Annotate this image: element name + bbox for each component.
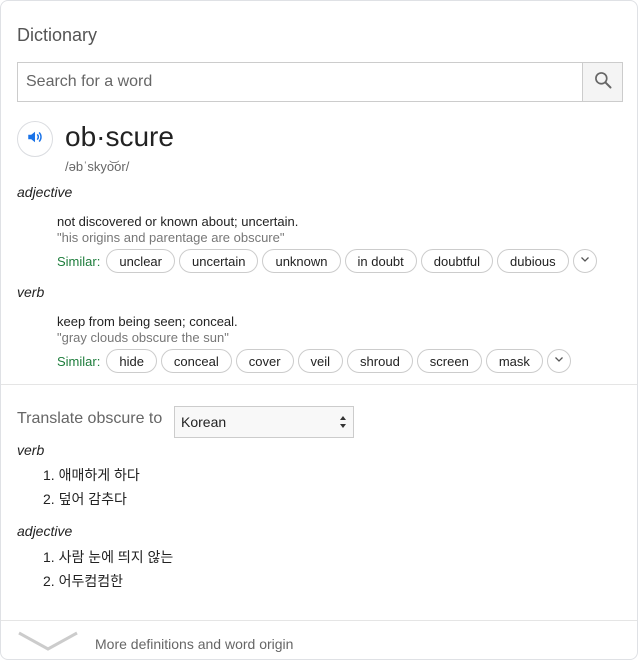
translation-list: 1. 사람 눈에 띄지 않는 2. 어두컴컴한 bbox=[43, 545, 173, 593]
pronunciation-button[interactable] bbox=[17, 121, 53, 157]
definition: not discovered or known about; uncertain… bbox=[57, 214, 299, 229]
chevron-down-icon bbox=[17, 629, 79, 658]
chevron-down-icon bbox=[553, 352, 565, 370]
similar-chip[interactable]: mask bbox=[485, 349, 543, 373]
similar-row: Similar: hide conceal cover veil shroud … bbox=[57, 349, 571, 373]
headword: ob·scure bbox=[65, 121, 174, 152]
translation-item: 2. 어두컴컴한 bbox=[43, 573, 123, 589]
similar-chip[interactable]: conceal bbox=[160, 349, 232, 373]
expand-similar-button[interactable] bbox=[572, 249, 597, 273]
translation-pos: adjective bbox=[17, 523, 73, 539]
part-of-speech: adjective bbox=[17, 184, 73, 200]
language-select[interactable]: Korean bbox=[174, 406, 354, 438]
similar-label: Similar: bbox=[57, 253, 101, 269]
example: "his origins and parentage are obscure" bbox=[57, 230, 285, 245]
search-input[interactable] bbox=[18, 63, 583, 101]
selected-language: Korean bbox=[181, 414, 227, 430]
translation-item: 1. 사람 눈에 띄지 않는 bbox=[43, 549, 174, 565]
similar-chip[interactable]: screen bbox=[416, 349, 482, 373]
example: "gray clouds obscure the sun" bbox=[57, 330, 229, 345]
similar-chip[interactable]: unclear bbox=[106, 249, 175, 273]
more-definitions-button[interactable]: More definitions and word origin bbox=[17, 629, 293, 658]
card-title: Dictionary bbox=[17, 25, 98, 45]
definition: keep from being seen; conceal. bbox=[57, 314, 238, 329]
translation-item: 2. 덮어 감추다 bbox=[43, 491, 127, 507]
translation-pos: verb bbox=[17, 442, 45, 458]
similar-row: Similar: unclear uncertain unknown in do… bbox=[57, 249, 597, 273]
speaker-icon bbox=[26, 128, 44, 151]
similar-label: Similar: bbox=[57, 353, 101, 369]
similar-chip[interactable]: in doubt bbox=[344, 249, 417, 273]
select-arrows-icon bbox=[339, 415, 347, 432]
similar-chip[interactable]: uncertain bbox=[178, 249, 259, 273]
similar-chip[interactable]: hide bbox=[106, 349, 157, 373]
footer-divider bbox=[1, 620, 637, 621]
search-icon bbox=[593, 70, 613, 95]
similar-chip[interactable]: unknown bbox=[262, 249, 341, 273]
search-box bbox=[17, 62, 623, 102]
similar-chip[interactable]: dubious bbox=[497, 249, 569, 273]
translation-item: 1. 애매하게 하다 bbox=[43, 467, 140, 483]
phonetic: /əbˈskyo͝or/ bbox=[65, 159, 130, 174]
similar-chip[interactable]: veil bbox=[297, 349, 344, 373]
similar-chip[interactable]: doubtful bbox=[420, 249, 494, 273]
search-button[interactable] bbox=[582, 63, 622, 101]
more-definitions-label: More definitions and word origin bbox=[95, 635, 294, 652]
expand-similar-button[interactable] bbox=[546, 349, 571, 373]
dictionary-card: Dictionary ob·scure /əbˈskyo͝or/ adjecti… bbox=[0, 0, 638, 660]
chevron-down-icon bbox=[579, 252, 591, 270]
translate-label: Translate obscure to bbox=[17, 410, 163, 427]
part-of-speech: verb bbox=[17, 284, 45, 300]
translation-list: 1. 애매하게 하다 2. 덮어 감추다 bbox=[43, 463, 140, 511]
section-divider bbox=[1, 384, 637, 385]
similar-chip[interactable]: cover bbox=[235, 349, 294, 373]
similar-chip[interactable]: shroud bbox=[347, 349, 413, 373]
